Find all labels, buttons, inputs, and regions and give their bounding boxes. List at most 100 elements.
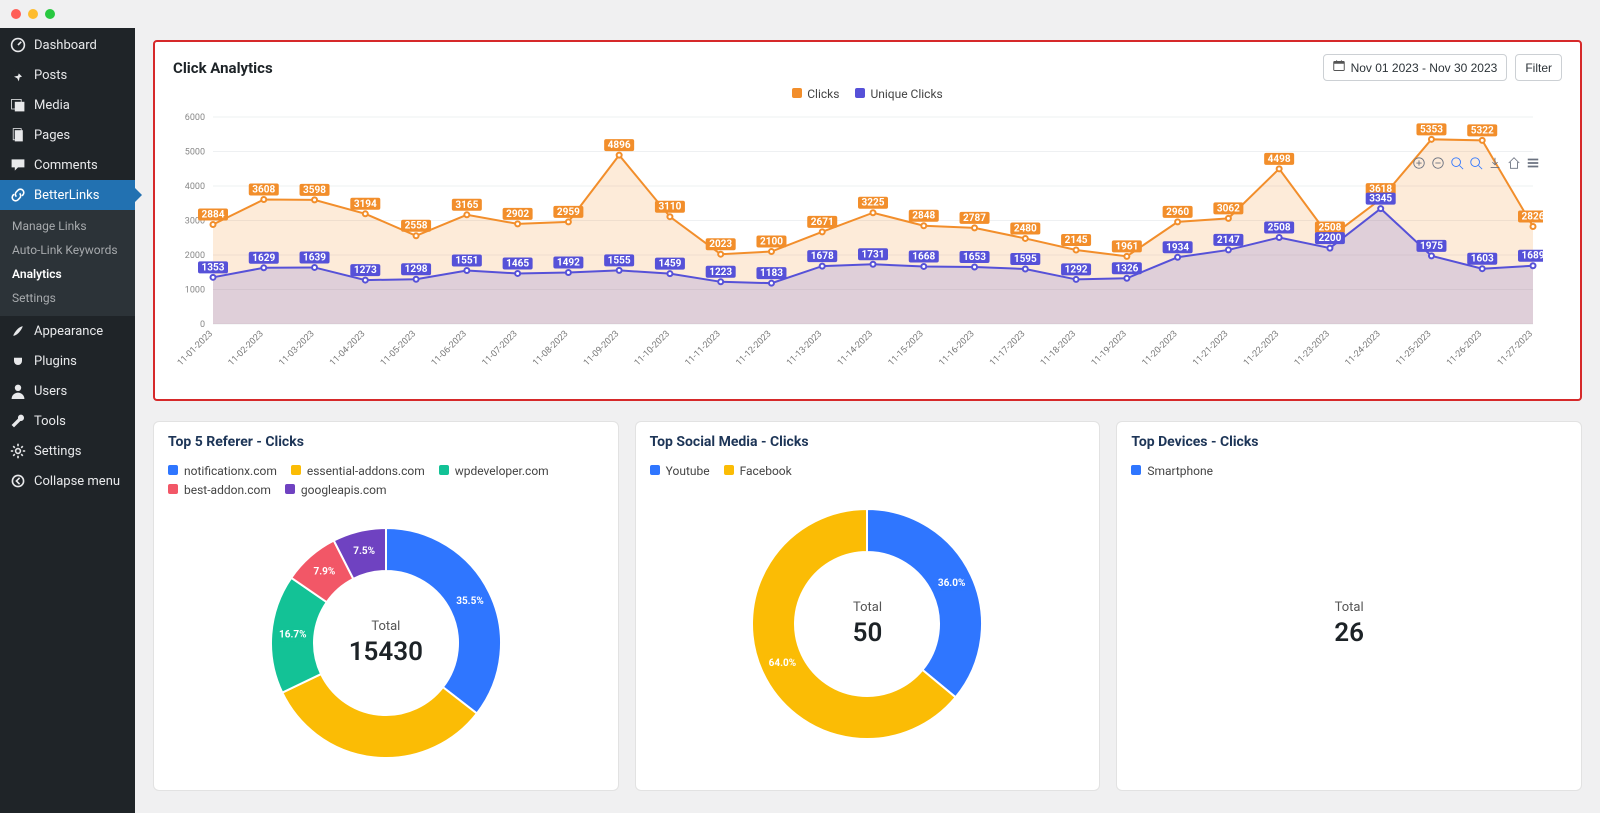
svg-text:1961: 1961 bbox=[1115, 241, 1138, 252]
download-icon[interactable] bbox=[1488, 155, 1502, 174]
svg-text:2145: 2145 bbox=[1065, 235, 1088, 246]
sidebar-item-media[interactable]: Media bbox=[0, 90, 135, 120]
svg-text:1668: 1668 bbox=[912, 251, 935, 262]
svg-text:1595: 1595 bbox=[1014, 254, 1037, 265]
legend-item[interactable]: googleapis.com bbox=[285, 481, 387, 500]
svg-text:11-09-2023: 11-09-2023 bbox=[582, 329, 621, 368]
sidebar-item-collapse-menu[interactable]: Collapse menu bbox=[0, 466, 135, 496]
svg-text:11-14-2023: 11-14-2023 bbox=[836, 329, 875, 368]
sidebar-item-label: Comments bbox=[34, 158, 98, 173]
svg-text:2200: 2200 bbox=[1318, 233, 1341, 244]
legend-item[interactable]: Facebook bbox=[724, 462, 792, 481]
sidebar-item-label: Tools bbox=[34, 414, 66, 429]
legend-item[interactable]: Youtube bbox=[650, 462, 710, 481]
top-social-panel: Top Social Media - Clicks Youtube Faceboo… bbox=[635, 421, 1101, 791]
sidebar-item-plugins[interactable]: Plugins bbox=[0, 346, 135, 376]
svg-text:11-07-2023: 11-07-2023 bbox=[481, 329, 520, 368]
svg-text:11-01-2023: 11-01-2023 bbox=[176, 329, 215, 368]
svg-text:11-11-2023: 11-11-2023 bbox=[684, 329, 723, 368]
panel-legend: Smartphone bbox=[1131, 462, 1567, 481]
svg-text:1353: 1353 bbox=[202, 262, 225, 273]
svg-text:1465: 1465 bbox=[506, 258, 529, 269]
submenu-item-auto-link-keywords[interactable]: Auto-Link Keywords bbox=[0, 238, 135, 262]
search-icon[interactable] bbox=[1469, 155, 1483, 174]
svg-text:11-03-2023: 11-03-2023 bbox=[277, 329, 316, 368]
svg-text:1551: 1551 bbox=[455, 255, 478, 266]
panel-title: Top Social Media - Clicks bbox=[650, 434, 1086, 450]
sidebar-item-appearance[interactable]: Appearance bbox=[0, 316, 135, 346]
pin-icon bbox=[10, 67, 26, 83]
svg-text:1629: 1629 bbox=[252, 253, 275, 264]
chart-legend: Clicks Unique Clicks bbox=[173, 87, 1562, 101]
date-range-label: Nov 01 2023 - Nov 30 2023 bbox=[1351, 61, 1498, 75]
sidebar-item-posts[interactable]: Posts bbox=[0, 60, 135, 90]
sidebar-item-pages[interactable]: Pages bbox=[0, 120, 135, 150]
svg-text:1555: 1555 bbox=[608, 255, 631, 266]
svg-text:11-16-2023: 11-16-2023 bbox=[937, 329, 976, 368]
legend-item[interactable]: essential-addons.com bbox=[291, 462, 425, 481]
svg-text:5353: 5353 bbox=[1420, 124, 1443, 135]
svg-text:1689: 1689 bbox=[1522, 251, 1543, 262]
home-icon[interactable] bbox=[1507, 155, 1521, 174]
svg-text:16.7%: 16.7% bbox=[279, 630, 307, 641]
plus-icon[interactable] bbox=[1412, 155, 1426, 174]
svg-text:11-17-2023: 11-17-2023 bbox=[988, 329, 1027, 368]
sidebar-item-settings[interactable]: Settings bbox=[0, 436, 135, 466]
svg-text:3345: 3345 bbox=[1369, 194, 1392, 205]
svg-text:11-25-2023: 11-25-2023 bbox=[1394, 329, 1433, 368]
svg-text:5000: 5000 bbox=[185, 148, 205, 158]
svg-text:11-15-2023: 11-15-2023 bbox=[887, 329, 926, 368]
content-area: Click Analytics Nov 01 2023 - Nov 30 202… bbox=[135, 28, 1600, 813]
sidebar-item-comments[interactable]: Comments bbox=[0, 150, 135, 180]
panel-title: Top Devices - Clicks bbox=[1131, 434, 1567, 450]
minus-icon[interactable] bbox=[1431, 155, 1445, 174]
svg-text:2508: 2508 bbox=[1268, 222, 1291, 233]
svg-text:2902: 2902 bbox=[506, 209, 529, 220]
svg-text:11-06-2023: 11-06-2023 bbox=[430, 329, 469, 368]
svg-text:1223: 1223 bbox=[709, 267, 732, 278]
legend-item[interactable]: Unique Clicks bbox=[855, 87, 942, 101]
sidebar-item-dashboard[interactable]: Dashboard bbox=[0, 28, 135, 60]
svg-text:1273: 1273 bbox=[354, 265, 377, 276]
legend-item[interactable]: best-addon.com bbox=[168, 481, 271, 500]
svg-text:2147: 2147 bbox=[1217, 235, 1240, 246]
svg-text:1639: 1639 bbox=[303, 252, 326, 263]
legend-item[interactable]: notificationx.com bbox=[168, 462, 277, 481]
svg-text:1731: 1731 bbox=[862, 249, 885, 260]
svg-text:6000: 6000 bbox=[185, 113, 205, 123]
sidebar-item-users[interactable]: Users bbox=[0, 376, 135, 406]
svg-text:4896: 4896 bbox=[608, 140, 631, 151]
svg-text:11-23-2023: 11-23-2023 bbox=[1293, 329, 1332, 368]
submenu-item-manage-links[interactable]: Manage Links bbox=[0, 214, 135, 238]
svg-text:2848: 2848 bbox=[912, 211, 935, 222]
menu-icon[interactable] bbox=[1526, 155, 1540, 174]
click-analytics-card: Click Analytics Nov 01 2023 - Nov 30 202… bbox=[153, 40, 1582, 401]
legend-item[interactable]: Smartphone bbox=[1131, 462, 1213, 481]
svg-text:2000: 2000 bbox=[185, 251, 205, 261]
svg-text:2508: 2508 bbox=[1318, 222, 1341, 233]
date-range-button[interactable]: Nov 01 2023 - Nov 30 2023 bbox=[1323, 54, 1508, 81]
search-icon[interactable] bbox=[1450, 155, 1464, 174]
svg-text:2826: 2826 bbox=[1522, 212, 1543, 223]
svg-text:1326: 1326 bbox=[1115, 263, 1138, 274]
sidebar-item-betterlinks[interactable]: BetterLinks bbox=[0, 180, 135, 210]
svg-text:2960: 2960 bbox=[1166, 207, 1189, 218]
svg-text:0: 0 bbox=[200, 320, 205, 330]
svg-text:2959: 2959 bbox=[557, 207, 580, 218]
submenu-item-analytics[interactable]: Analytics bbox=[0, 262, 135, 286]
sidebar-item-label: Plugins bbox=[34, 354, 77, 369]
brush-icon bbox=[10, 323, 26, 339]
legend-item[interactable]: Clicks bbox=[792, 87, 839, 101]
sidebar-item-label: Media bbox=[34, 98, 70, 113]
media-icon bbox=[10, 97, 26, 113]
submenu-item-settings[interactable]: Settings bbox=[0, 286, 135, 310]
sidebar-item-label: Dashboard bbox=[34, 38, 97, 53]
svg-text:11-22-2023: 11-22-2023 bbox=[1242, 329, 1281, 368]
filter-button[interactable]: Filter bbox=[1515, 54, 1562, 81]
svg-text:1183: 1183 bbox=[760, 268, 783, 279]
svg-text:1975: 1975 bbox=[1420, 241, 1443, 252]
svg-text:11-27-2023: 11-27-2023 bbox=[1496, 329, 1535, 368]
legend-item[interactable]: wpdeveloper.com bbox=[439, 462, 549, 481]
svg-text:3598: 3598 bbox=[303, 185, 326, 196]
sidebar-item-tools[interactable]: Tools bbox=[0, 406, 135, 436]
